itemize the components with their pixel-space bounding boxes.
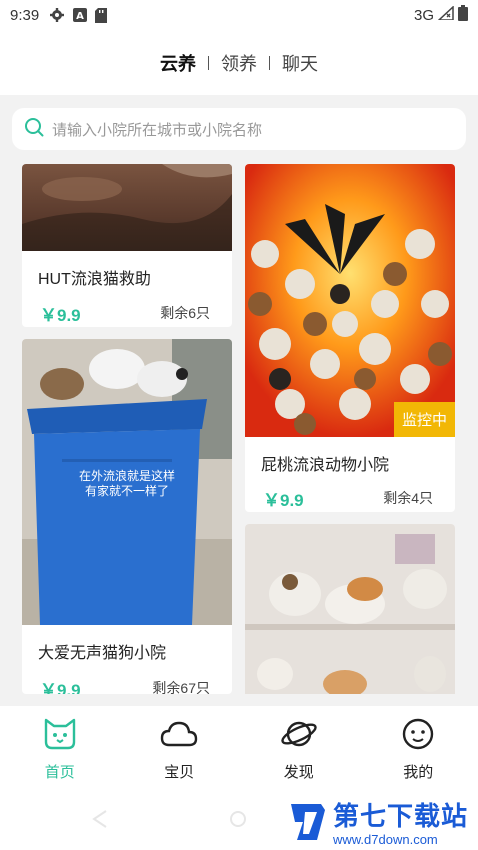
shelter-card[interactable]: HUT流浪猫救助 ￥9.9 剩余6只 [22, 164, 232, 327]
nav-label: 宝贝 [164, 764, 195, 781]
search-input[interactable]: 请输入小院所在城市或小院名称 [52, 119, 262, 140]
nav-item-home[interactable]: 首页 [0, 706, 120, 796]
shelter-price: ￥9.9 [40, 681, 81, 694]
watermark: 第七下载站 www.d7down.com [287, 800, 468, 849]
nav-item-mine[interactable]: 我的 [359, 706, 478, 796]
shelter-name: 大爱无声猫狗小院 [38, 645, 167, 662]
shelter-name: 屁桃流浪动物小院 [261, 457, 390, 474]
planet-icon [280, 718, 318, 755]
back-icon[interactable] [92, 810, 108, 833]
network-type: 3G [413, 6, 434, 24]
top-tab-bar: 云养 领养 聊天 [0, 30, 478, 95]
cloud-icon [160, 718, 198, 755]
shelter-photo [245, 524, 455, 694]
shelter-card[interactable]: 监控中 屁桃流浪动物小院 ￥9.9 剩余4只 [245, 164, 455, 512]
tab-chat[interactable]: 聊天 [270, 50, 330, 76]
shelter-photo: 监控中 [245, 164, 455, 437]
shelter-photo: 在外流浪就是这样 有家就不一样了 [22, 339, 232, 625]
signal-icon [437, 5, 454, 24]
shelter-photo [22, 164, 232, 251]
nav-label: 首页 [44, 764, 75, 781]
sd-card-icon [95, 7, 108, 23]
shelter-card-grid: HUT流浪猫救助 ￥9.9 剩余6只 在外流浪就是这样 有家就不一样了 大爱无声… [0, 164, 478, 694]
text-a-icon: A [73, 8, 88, 22]
tab-cloud-raise[interactable]: 云养 [148, 50, 208, 76]
nav-item-discover[interactable]: 发现 [239, 706, 359, 796]
status-bar: 9:39 A 3G [0, 0, 478, 30]
watermark-title: 第七下载站 [332, 801, 468, 831]
shelter-remaining: 剩余4只 [383, 490, 433, 506]
search-icon [24, 117, 44, 142]
settings-gear-icon [49, 7, 65, 23]
shelter-card[interactable] [245, 524, 455, 694]
live-monitoring-badge: 监控中 [393, 402, 455, 437]
tab-adopt[interactable]: 领养 [209, 50, 269, 76]
status-time: 9:39 [10, 6, 40, 24]
shelter-card[interactable]: 在外流浪就是这样 有家就不一样了 大爱无声猫狗小院 ￥9.9 剩余67只 [22, 339, 232, 694]
shelter-remaining: 剩余67只 [152, 680, 210, 694]
home-circle-icon[interactable] [229, 810, 247, 833]
nav-item-babies[interactable]: 宝贝 [120, 706, 240, 796]
shelter-price: ￥9.9 [40, 306, 81, 325]
smiley-icon [401, 718, 435, 755]
shelter-remaining: 剩余6只 [160, 305, 210, 321]
shelter-name: HUT流浪猫救助 [38, 271, 151, 288]
cat-face-icon [43, 718, 77, 755]
nav-label: 发现 [283, 764, 314, 781]
photo-caption: 在外流浪就是这样 有家就不一样了 [78, 469, 175, 498]
shelter-price: ￥9.9 [263, 491, 304, 510]
bottom-nav: 首页 宝贝 发现 我的 [0, 706, 478, 796]
watermark-logo-icon [287, 800, 327, 849]
watermark-url: www.d7down.com [332, 832, 438, 847]
nav-label: 我的 [403, 764, 434, 781]
search-bar[interactable]: 请输入小院所在城市或小院名称 [12, 108, 466, 150]
svg-text:A: A [76, 11, 84, 22]
battery-icon [458, 5, 468, 25]
